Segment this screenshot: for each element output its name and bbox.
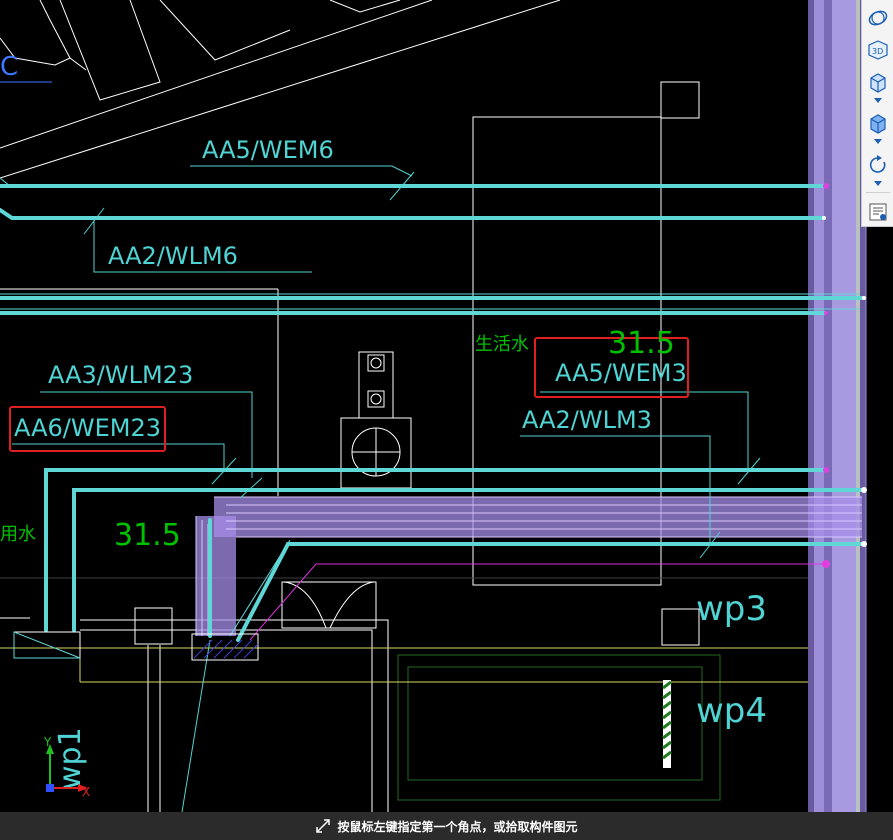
- 3d-view-button[interactable]: 3D: [864, 36, 892, 64]
- cube-solid-dropdown[interactable]: [864, 137, 892, 147]
- 3d-view-label: 3D: [872, 47, 883, 56]
- cube-view-dropdown[interactable]: [864, 96, 892, 106]
- cube-solid-button[interactable]: [864, 110, 892, 138]
- command-prompt-bar: 按鼠标左键指定第一个角点，或拾取构件图元: [0, 812, 893, 840]
- rotate-icon: [869, 155, 886, 173]
- partial-c-text: C: [0, 52, 18, 82]
- rotate-button[interactable]: [864, 151, 892, 179]
- label-water-right: 生活水: [475, 334, 529, 355]
- snap-cursor-icon: [315, 818, 331, 834]
- pipe-symbol-wp4: [662, 680, 672, 768]
- axis-x-label: X: [82, 785, 90, 799]
- label-wp4: wp4: [696, 691, 767, 731]
- drawing-canvas[interactable]: C AA5/WEM6 AA2/WLM6 AA3/WLM23 AA6/WEM23 …: [0, 0, 893, 840]
- layer-properties-icon: [869, 203, 887, 221]
- chevron-down-icon: [874, 181, 882, 187]
- chevron-down-icon: [874, 139, 882, 145]
- label-water-left: 用水: [0, 524, 36, 545]
- cube-view-button[interactable]: [864, 68, 892, 96]
- dimension-left: 31.5: [114, 518, 181, 553]
- axis-y-label: Y: [43, 735, 52, 749]
- 3d-view-icon: 3D: [868, 40, 888, 60]
- label-aa2-wlm6: AA2/WLM6: [108, 242, 238, 270]
- command-prompt-text: 按鼠标左键指定第一个角点，或拾取构件图元: [337, 819, 578, 834]
- cube-solid-icon: [870, 114, 886, 135]
- orbit-icon: [868, 10, 888, 26]
- label-wp3: wp3: [696, 589, 767, 629]
- label-aa6-wem23: AA6/WEM23: [14, 414, 161, 442]
- label-aa5-wem6: AA5/WEM6: [202, 136, 334, 164]
- rotate-dropdown[interactable]: [864, 179, 892, 189]
- chevron-down-icon: [874, 97, 882, 103]
- layer-properties-button[interactable]: [864, 198, 892, 226]
- cube-view-icon: [870, 72, 886, 93]
- view-toolbar: 3D: [861, 0, 893, 227]
- label-aa5-wem3: AA5/WEM3: [555, 359, 687, 387]
- dimension-right: 31.5: [608, 326, 675, 361]
- label-aa2-wlm3: AA2/WLM3: [522, 406, 652, 434]
- label-wp1: wp1: [53, 727, 88, 790]
- orbit-button[interactable]: [864, 4, 892, 32]
- label-aa3-wlm23: AA3/WLM23: [48, 361, 193, 389]
- toolbar-separator: [866, 192, 890, 194]
